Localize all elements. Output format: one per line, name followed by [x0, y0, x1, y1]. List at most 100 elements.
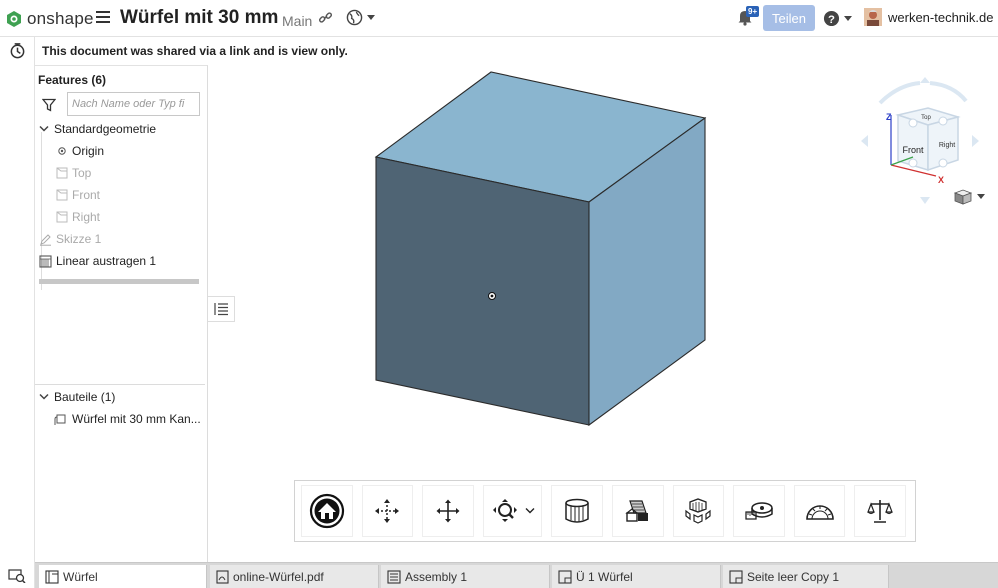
- feature-item-front-plane[interactable]: Front: [56, 188, 100, 202]
- link-icon[interactable]: [318, 10, 333, 30]
- part-item-cube[interactable]: Würfel mit 30 mm Kan...: [54, 412, 201, 426]
- svg-text:?: ?: [828, 14, 835, 26]
- extrude-icon: [39, 254, 52, 268]
- top-bar: onshape Würfel mit 30 mm Main 9+ Teilen …: [0, 0, 998, 37]
- onshape-logo[interactable]: onshape: [6, 9, 94, 29]
- view-cube-front-label: Front: [902, 145, 924, 155]
- feature-item-label: Skizze 1: [56, 232, 102, 246]
- tab-label: Seite leer Copy 1: [747, 570, 840, 584]
- share-button[interactable]: Teilen: [763, 5, 815, 31]
- measure-tape-icon: [745, 502, 773, 520]
- protractor-icon: [805, 505, 834, 520]
- feature-item-right-plane[interactable]: Right: [56, 210, 100, 224]
- chevron-down-icon: [39, 125, 49, 132]
- sketch-icon: [40, 233, 51, 246]
- tab-assembly-1[interactable]: Assembly 1: [381, 565, 550, 588]
- feature-item-top-plane[interactable]: Top: [56, 166, 91, 180]
- assembly-icon: [387, 570, 401, 584]
- feature-item-label: Right: [72, 210, 101, 224]
- feature-item-label: Origin: [72, 144, 105, 158]
- part-item-label: Würfel mit 30 mm Kan...: [72, 412, 201, 426]
- tab-label: Assembly 1: [405, 570, 468, 584]
- drawing-icon: [729, 570, 743, 584]
- render-mode-button[interactable]: [611, 485, 664, 537]
- left-rail: [0, 37, 35, 588]
- home-view-button[interactable]: [301, 485, 353, 537]
- avatar: [864, 8, 882, 26]
- menu-icon[interactable]: [96, 11, 110, 25]
- filter-icon[interactable]: [41, 98, 57, 117]
- measure-button[interactable]: [733, 485, 785, 537]
- globe-icon: [346, 9, 363, 26]
- tab-drawing-ue1-wuerfel[interactable]: Ü 1 Würfel: [552, 565, 721, 588]
- tab-label: Ü 1 Würfel: [576, 570, 633, 584]
- tree-group-parts[interactable]: Bauteile (1): [39, 390, 115, 404]
- tree-group-standard-geometry[interactable]: Standardgeometrie: [39, 122, 156, 136]
- axis-z-label: Z: [886, 112, 892, 122]
- chevron-down-icon: [525, 508, 535, 514]
- origin-marker[interactable]: [488, 292, 496, 300]
- user-menu[interactable]: werken-technik.de: [864, 8, 994, 26]
- feature-item-label: Front: [72, 188, 101, 202]
- chevron-down-icon: [844, 16, 852, 21]
- plane-icon: [56, 167, 68, 179]
- user-name: werken-technik.de: [888, 9, 994, 25]
- home-icon: [309, 493, 344, 529]
- section-view-button[interactable]: [551, 485, 603, 537]
- help-dropdown[interactable]: ?: [823, 10, 852, 27]
- feature-list-scrollbar[interactable]: [39, 279, 199, 284]
- origin-icon: [58, 147, 66, 155]
- workspace-label[interactable]: Main: [282, 13, 312, 29]
- cube-front-face[interactable]: [375, 156, 590, 426]
- onshape-logo-icon: [7, 11, 21, 27]
- rotate-icon: [375, 499, 400, 523]
- arrow-down-icon[interactable]: [920, 197, 930, 204]
- part-studio-icon: [45, 570, 59, 584]
- version-history-icon[interactable]: [9, 42, 26, 64]
- section-view-icon: [565, 498, 589, 523]
- tab-manager-icon[interactable]: [8, 569, 26, 588]
- feature-item-label: Top: [72, 166, 92, 180]
- arrow-left-icon[interactable]: [861, 135, 868, 147]
- tab-part-studio-wuerfel[interactable]: Würfel: [39, 565, 207, 588]
- plane-icon: [56, 189, 68, 201]
- view-cube[interactable]: Top Front Right Z X: [858, 75, 988, 210]
- feature-search-input[interactable]: [67, 92, 200, 116]
- axis-x-label: X: [938, 175, 944, 185]
- pan-view-button[interactable]: [422, 485, 474, 537]
- notification-badge: 9+: [746, 6, 760, 17]
- feature-item-label: Linear austragen 1: [56, 254, 157, 268]
- feature-item-origin[interactable]: Origin: [57, 144, 104, 158]
- zoom-view-dropdown[interactable]: [482, 485, 543, 537]
- tree-group-label: Standardgeometrie: [54, 122, 157, 136]
- rotate-left-arrow-icon[interactable]: [878, 81, 921, 105]
- view-cube-right-label: Right: [939, 142, 955, 149]
- view-toolbar: [294, 480, 916, 542]
- plane-icon: [56, 211, 68, 223]
- zoom-icon: [492, 499, 517, 522]
- features-title: Features (6): [38, 73, 107, 87]
- document-title[interactable]: Würfel mit 30 mm: [120, 7, 278, 29]
- arrow-right-icon[interactable]: [972, 135, 979, 147]
- angle-measure-button[interactable]: [793, 485, 846, 537]
- chevron-down-icon: [367, 15, 375, 20]
- mass-properties-button[interactable]: [854, 485, 907, 537]
- document-tabs: Würfel online-Würfel.pdf Assembly 1 Ü 1 …: [35, 562, 998, 588]
- help-icon: ?: [823, 10, 840, 27]
- rotate-view-button[interactable]: [361, 485, 414, 537]
- explode-icon: [685, 498, 711, 524]
- part-icon: [54, 414, 66, 425]
- arrow-up-icon[interactable]: [920, 77, 930, 83]
- notifications[interactable]: 9+: [737, 6, 760, 31]
- feature-item-sketch[interactable]: Skizze 1: [39, 232, 101, 246]
- public-globe-dropdown[interactable]: [346, 9, 375, 26]
- tab-online-wuerfel-pdf[interactable]: online-Würfel.pdf: [210, 565, 379, 588]
- rotate-right-arrow-icon[interactable]: [929, 81, 968, 103]
- view-options-dropdown[interactable]: [953, 189, 985, 205]
- brand-name: onshape: [27, 9, 94, 28]
- explode-view-button[interactable]: [672, 485, 725, 537]
- chevron-down-icon: [39, 393, 49, 400]
- feature-item-extrude[interactable]: Linear austragen 1: [39, 254, 156, 268]
- tab-drawing-seite-leer[interactable]: Seite leer Copy 1: [723, 565, 889, 588]
- drawing-icon: [558, 570, 572, 584]
